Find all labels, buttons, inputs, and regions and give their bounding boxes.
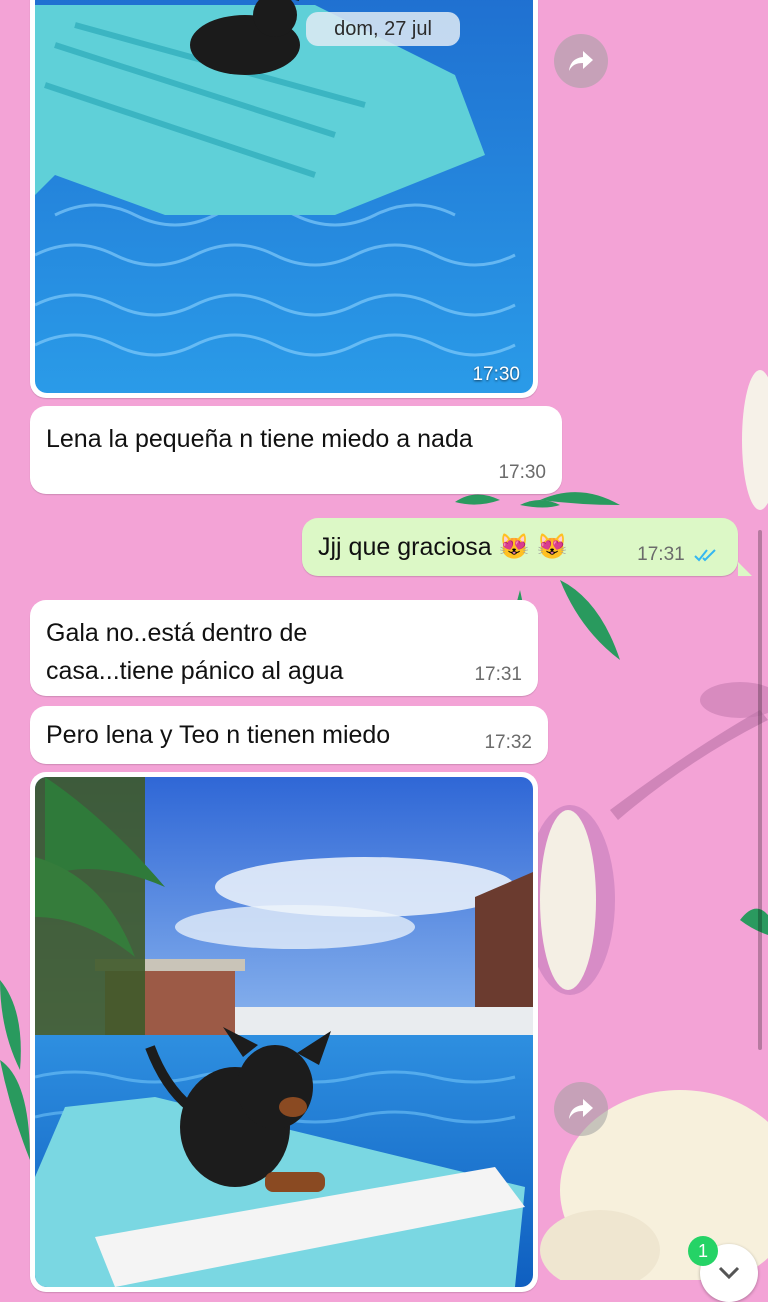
unread-badge: 1	[688, 1236, 718, 1266]
pool-dog-photo	[35, 0, 533, 393]
message-outgoing[interactable]: Jjj que graciosa 😻 😻 17:31	[302, 518, 738, 576]
photo-timestamp: 17:30	[472, 364, 520, 385]
message-timestamp: 17:30	[498, 462, 546, 483]
photo-image	[35, 777, 533, 1287]
message-text: Gala no..está dentro de casa...tiene pán…	[46, 619, 344, 685]
message-incoming[interactable]: Lena la pequeña n tiene miedo a nada 17:…	[30, 406, 562, 494]
double-check-icon	[694, 549, 716, 562]
message-time-label: 17:31	[637, 544, 685, 565]
message-timestamp: 17:32	[484, 732, 532, 753]
date-chip: dom, 27 jul	[306, 12, 460, 46]
unread-count: 1	[697, 1241, 708, 1261]
message-timestamp: 17:31	[637, 544, 718, 566]
message-text: Lena la pequeña n tiene miedo a nada	[46, 425, 473, 453]
forward-icon	[569, 51, 593, 71]
scrollbar[interactable]	[758, 530, 762, 1050]
forward-button[interactable]	[554, 34, 608, 88]
dog-on-float-photo	[35, 777, 533, 1287]
forward-icon	[569, 1099, 593, 1119]
photo-message-dog-pool[interactable]	[30, 772, 538, 1292]
photo-message-pool-float[interactable]: 17:30	[30, 0, 538, 398]
chevron-down-icon	[718, 1266, 740, 1280]
message-incoming[interactable]: Gala no..está dentro de casa...tiene pán…	[30, 600, 538, 696]
message-timestamp: 17:31	[474, 664, 522, 685]
forward-button[interactable]	[554, 1082, 608, 1136]
bubble-tail	[738, 562, 752, 576]
photo-image	[35, 0, 533, 393]
message-text: Pero lena y Teo n tienen miedo	[46, 721, 391, 749]
message-incoming[interactable]: Pero lena y Teo n tienen miedo 17:32	[30, 706, 548, 764]
